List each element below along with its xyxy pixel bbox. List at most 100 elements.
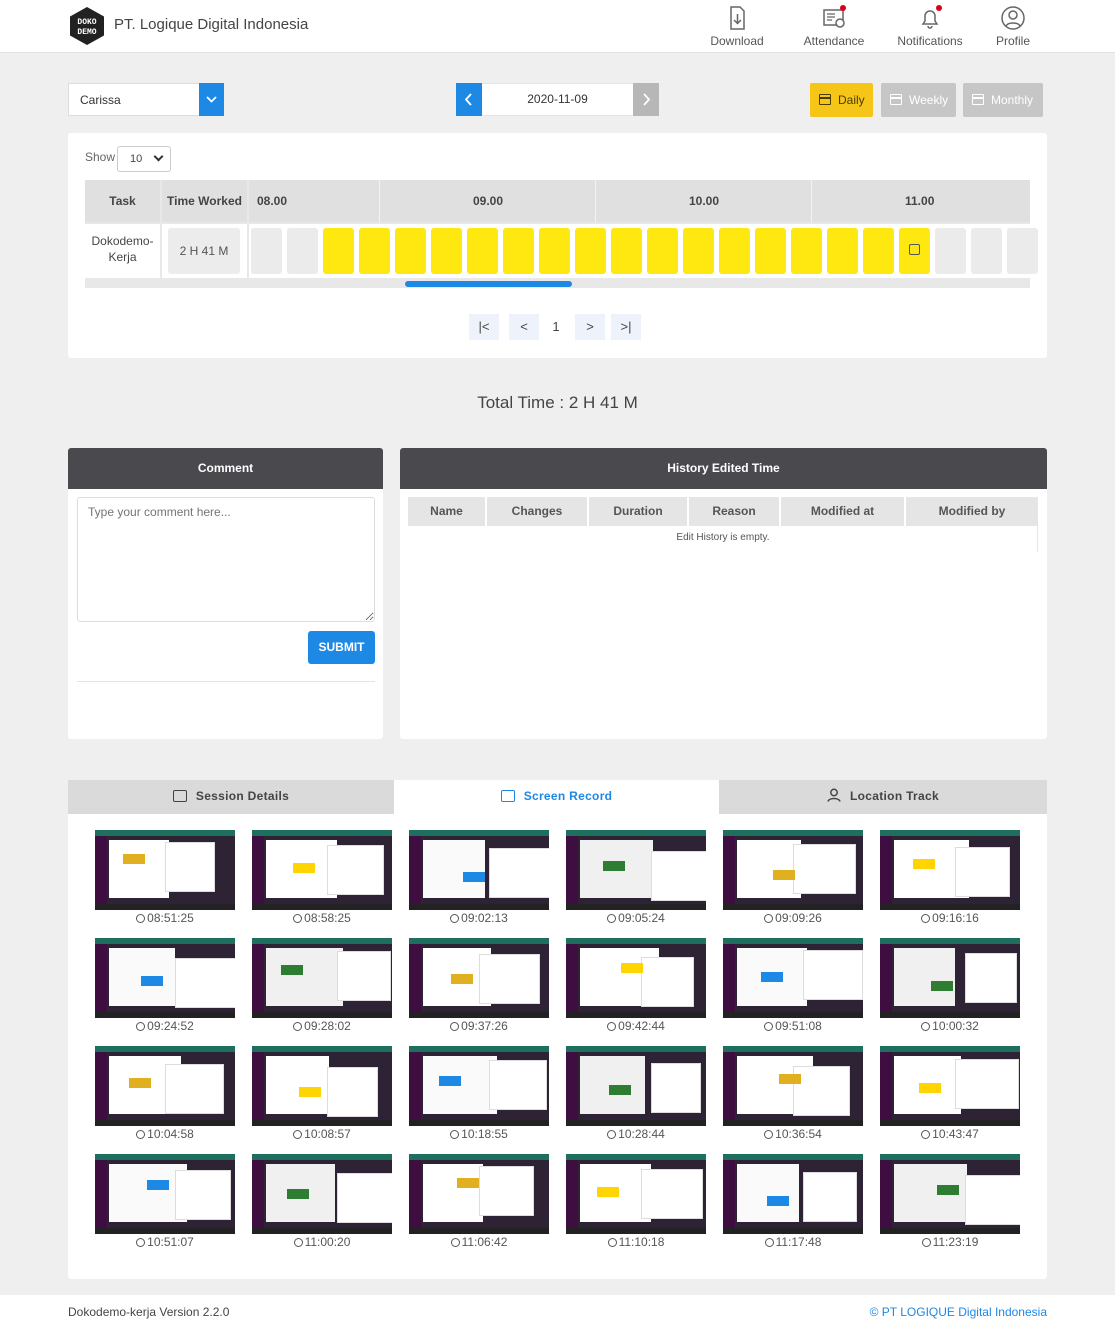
- tab-session-details[interactable]: Session Details: [68, 780, 394, 814]
- nav-notifications-label: Notifications: [897, 34, 963, 48]
- active-time-slot[interactable]: [395, 228, 426, 274]
- screenshot-thumbnail[interactable]: [409, 830, 549, 910]
- clock-icon: [136, 1130, 146, 1139]
- active-time-slot[interactable]: [899, 228, 930, 274]
- daily-button[interactable]: Daily: [810, 83, 873, 117]
- chevron-down-icon: [153, 151, 164, 162]
- screenshot-thumbnail[interactable]: [723, 938, 863, 1018]
- last-page-button[interactable]: >|: [611, 314, 641, 340]
- hour-label: 09.00: [473, 194, 504, 208]
- active-time-slot[interactable]: [359, 228, 390, 274]
- submit-button[interactable]: SUBMIT: [308, 631, 375, 664]
- active-time-slot[interactable]: [791, 228, 822, 274]
- first-page-button[interactable]: |<: [469, 314, 499, 340]
- clock-icon: [764, 1130, 774, 1139]
- screenshot-thumbnail[interactable]: [723, 1046, 863, 1126]
- chevron-down-icon[interactable]: [199, 83, 224, 116]
- col-changes: Changes: [487, 497, 587, 526]
- tab-label: Session Details: [195, 789, 290, 803]
- active-time-slot[interactable]: [539, 228, 570, 274]
- tab-screen-record[interactable]: Screen Record: [394, 780, 719, 814]
- active-time-slot[interactable]: [647, 228, 678, 274]
- clock-icon: [450, 1238, 460, 1247]
- user-select[interactable]: Carissa: [68, 83, 224, 116]
- nav-download[interactable]: Download: [692, 5, 782, 48]
- active-time-slot[interactable]: [719, 228, 750, 274]
- next-date-button[interactable]: [633, 83, 659, 116]
- monthly-button[interactable]: Monthly: [963, 83, 1043, 117]
- weekly-button[interactable]: Weekly: [881, 83, 956, 117]
- empty-time-slot[interactable]: [251, 228, 282, 274]
- prev-date-button[interactable]: [456, 83, 482, 116]
- user-icon: [1001, 6, 1025, 30]
- page-number[interactable]: 1: [541, 314, 571, 340]
- screenshot-thumbnail[interactable]: [723, 830, 863, 910]
- screenshot-time-label: 10:00:32: [932, 1019, 979, 1033]
- clock-icon: [450, 1022, 460, 1031]
- prev-page-button[interactable]: <: [509, 314, 539, 340]
- screenshot-thumbnail[interactable]: [880, 1154, 1020, 1234]
- date-value[interactable]: 2020-11-09: [482, 83, 633, 116]
- active-time-slot[interactable]: [575, 228, 606, 274]
- screenshot-thumbnail[interactable]: [880, 1046, 1020, 1126]
- screenshot-time: 09:24:52: [95, 1019, 235, 1033]
- clock-icon: [921, 1022, 931, 1031]
- screenshot-thumbnail[interactable]: [95, 1046, 235, 1126]
- screenshot-thumbnail[interactable]: [409, 938, 549, 1018]
- empty-time-slot[interactable]: [287, 228, 318, 274]
- screenshot-thumbnail[interactable]: [95, 1154, 235, 1234]
- screenshot-thumbnail[interactable]: [95, 830, 235, 910]
- nav-profile[interactable]: Profile: [968, 5, 1058, 48]
- active-time-slot[interactable]: [827, 228, 858, 274]
- screenshot-thumbnail[interactable]: [252, 1046, 392, 1126]
- timeline-table: Task Time Worked 08.00 09.00 10.00 11.00…: [85, 180, 1038, 288]
- screenshot-thumbnail[interactable]: [880, 830, 1020, 910]
- active-time-slot[interactable]: [863, 228, 894, 274]
- screenshot-thumbnail[interactable]: [409, 1046, 549, 1126]
- tab-location-track[interactable]: Location Track: [719, 780, 1047, 814]
- screenshot-thumbnail[interactable]: [409, 1154, 549, 1234]
- screenshot-thumbnail[interactable]: [723, 1154, 863, 1234]
- company-logo[interactable]: DOKO DEMO: [67, 6, 107, 46]
- active-time-slot[interactable]: [611, 228, 642, 274]
- horizontal-scrollbar[interactable]: [405, 281, 572, 287]
- time-slots: [249, 224, 1038, 278]
- copyright-link[interactable]: © PT LOGIQUE Digital Indonesia: [870, 1305, 1047, 1319]
- empty-time-slot[interactable]: [935, 228, 966, 274]
- col-name: Name: [408, 497, 485, 526]
- active-time-slot[interactable]: [431, 228, 462, 274]
- nav-attendance[interactable]: Attendance: [789, 5, 879, 48]
- screenshot-thumbnail[interactable]: [252, 830, 392, 910]
- page-size-select[interactable]: 10: [117, 146, 171, 172]
- nav-notifications[interactable]: Notifications: [885, 5, 975, 48]
- screenshot-thumbnail[interactable]: [566, 1046, 706, 1126]
- screenshot-thumbnail[interactable]: [252, 1154, 392, 1234]
- empty-time-slot[interactable]: [971, 228, 1002, 274]
- comment-input[interactable]: [77, 497, 375, 622]
- screenshot-thumbnail[interactable]: [880, 938, 1020, 1018]
- screenshot-time: 11:10:18: [566, 1235, 706, 1249]
- clock-icon: [607, 1022, 617, 1031]
- screenshot-thumbnail[interactable]: [252, 938, 392, 1018]
- active-time-slot[interactable]: [503, 228, 534, 274]
- screenshot-thumbnail[interactable]: [566, 938, 706, 1018]
- screenshot-thumbnail[interactable]: [566, 1154, 706, 1234]
- active-time-slot[interactable]: [467, 228, 498, 274]
- task-name: Dokodemo-Kerja: [91, 234, 154, 264]
- next-page-button[interactable]: >: [575, 314, 605, 340]
- screenshot-thumbnail[interactable]: [95, 938, 235, 1018]
- screen-icon: [500, 790, 515, 802]
- bell-icon: [917, 5, 943, 31]
- edit-icon[interactable]: [909, 244, 920, 255]
- clock-icon: [607, 1130, 617, 1139]
- notification-badge: [936, 5, 942, 11]
- screenshot-time: 09:51:08: [723, 1019, 863, 1033]
- screenshot-time-label: 09:09:26: [775, 911, 822, 925]
- detail-tabs: Session Details Screen Record Location T…: [68, 780, 1047, 814]
- empty-time-slot[interactable]: [1007, 228, 1038, 274]
- screenshot-thumbnail[interactable]: [566, 830, 706, 910]
- screenshot-time-label: 09:42:44: [618, 1019, 665, 1033]
- active-time-slot[interactable]: [755, 228, 786, 274]
- active-time-slot[interactable]: [683, 228, 714, 274]
- active-time-slot[interactable]: [323, 228, 354, 274]
